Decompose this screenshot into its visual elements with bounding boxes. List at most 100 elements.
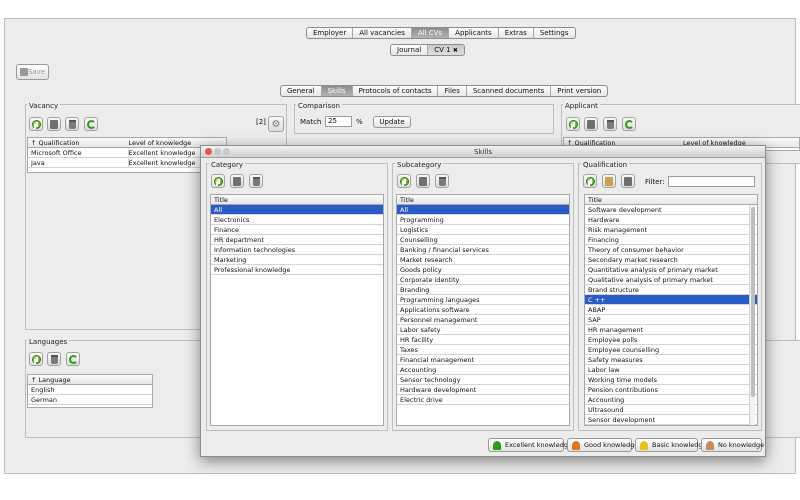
zoom-window-icon[interactable] <box>223 148 230 155</box>
list-item[interactable]: Employee counselling <box>585 345 757 355</box>
tab-settings[interactable]: Settings <box>534 28 575 38</box>
delete-language-button[interactable] <box>47 352 61 366</box>
list-item[interactable]: Safety measures <box>585 355 757 365</box>
tab-files[interactable]: Files <box>438 86 467 96</box>
list-item[interactable]: Quantitative analysis of primary market <box>585 265 757 275</box>
tab-all-cvs[interactable]: All CVs <box>411 28 450 38</box>
filter-input[interactable] <box>668 176 755 187</box>
list-item[interactable]: Brand structure <box>585 285 757 295</box>
tab-skills[interactable]: Skills <box>321 86 353 96</box>
list-item[interactable]: Financing <box>585 235 757 245</box>
list-item[interactable]: Electric drive <box>397 395 569 405</box>
refresh-vacancy-button[interactable] <box>84 117 98 131</box>
list-item[interactable]: Information technologies <box>211 245 383 255</box>
list-item[interactable]: Electronics <box>211 215 383 225</box>
refresh-languages-button[interactable] <box>66 352 80 366</box>
list-item[interactable]: Labor safety <box>397 325 569 335</box>
list-item[interactable]: All <box>211 205 383 215</box>
minimize-window-icon[interactable] <box>214 148 221 155</box>
edit-subcategory-button[interactable] <box>416 174 430 188</box>
list-item[interactable]: Sensor technology <box>397 375 569 385</box>
list-item[interactable]: Counselling <box>397 235 569 245</box>
list-item[interactable]: Financial management <box>397 355 569 365</box>
list-item[interactable]: English <box>28 385 152 395</box>
legend-no-knowledge[interactable]: No knowledge <box>701 438 764 452</box>
list-item[interactable]: Applications software <box>397 305 569 315</box>
edit-category-button[interactable] <box>230 174 244 188</box>
list-item[interactable]: Finance <box>211 225 383 235</box>
legend-excellent-knowledge[interactable]: Excellent knowledge <box>488 438 572 452</box>
update-button[interactable]: Update <box>373 116 411 128</box>
edit-qualification-button[interactable] <box>602 174 616 188</box>
scrollbar-thumb[interactable] <box>751 207 755 397</box>
list-item[interactable]: Working time models <box>585 375 757 385</box>
vacancy-settings-button[interactable]: ⚙ <box>268 116 284 132</box>
list-item[interactable]: SAP <box>585 315 757 325</box>
list-item[interactable]: Professional knowledge <box>211 265 383 275</box>
table-row[interactable]: Java Excellent knowledge <box>28 158 226 168</box>
list-item[interactable]: ABAP <box>585 305 757 315</box>
qualification-scrollbar[interactable] <box>749 205 755 425</box>
list-item[interactable]: Employee polls <box>585 335 757 345</box>
list-item[interactable]: All <box>397 205 569 215</box>
list-item[interactable]: Marketing <box>211 255 383 265</box>
legend-good-knowledge[interactable]: Good knowledge <box>567 438 638 452</box>
list-item[interactable]: Branding <box>397 285 569 295</box>
list-item[interactable]: Hardware <box>585 215 757 225</box>
delete-category-button[interactable] <box>249 174 263 188</box>
save-button[interactable]: Save <box>16 64 49 80</box>
list-item[interactable]: Personnel management <box>397 315 569 325</box>
tab-general[interactable]: General <box>281 86 322 96</box>
list-item[interactable]: HR management <box>585 325 757 335</box>
category-col-title[interactable]: Title <box>214 195 383 204</box>
list-item[interactable]: German <box>28 395 152 405</box>
close-icon[interactable]: ✖ <box>453 47 458 54</box>
refresh-applicant-button[interactable] <box>622 117 636 131</box>
list-item[interactable]: Accounting <box>397 365 569 375</box>
tab-all-vacancies[interactable]: All vacancies <box>353 28 412 38</box>
list-item[interactable]: C ++ <box>585 295 757 305</box>
list-item[interactable]: Pension contributions <box>585 385 757 395</box>
list-item[interactable]: Market research <box>397 255 569 265</box>
edit-applicant-skill-button[interactable] <box>584 117 598 131</box>
add-category-button[interactable] <box>211 174 225 188</box>
vacancy-col-qualification[interactable]: ↑ Qualification <box>31 138 129 147</box>
tab-applicants[interactable]: Applicants <box>449 28 499 38</box>
add-language-button[interactable] <box>29 352 43 366</box>
list-item[interactable]: Logistics <box>397 225 569 235</box>
add-qualification-button[interactable] <box>583 174 597 188</box>
tab-scanned-documents[interactable]: Scanned documents <box>467 86 552 96</box>
list-item[interactable]: Programming languages <box>397 295 569 305</box>
legend-basic-knowledge[interactable]: Basic knowledge <box>635 438 707 452</box>
list-item[interactable]: Banking / financial services <box>397 245 569 255</box>
list-item[interactable]: Labor law <box>585 365 757 375</box>
add-applicant-skill-button[interactable] <box>566 117 580 131</box>
tab-print-version[interactable]: Print version <box>551 86 607 96</box>
list-item[interactable]: Risk management <box>585 225 757 235</box>
list-item[interactable]: Hardware development <box>397 385 569 395</box>
list-item[interactable]: Corporate identity <box>397 275 569 285</box>
list-item[interactable]: HR facility <box>397 335 569 345</box>
list-item[interactable]: Theory of consumer behavior <box>585 245 757 255</box>
tab-cv-1[interactable]: CV 1 ✖ <box>428 45 464 55</box>
list-item[interactable]: Goods policy <box>397 265 569 275</box>
list-item[interactable]: Secondary market research <box>585 255 757 265</box>
copy-qualification-button[interactable] <box>621 174 635 188</box>
qualification-col-title[interactable]: Title <box>588 195 757 204</box>
list-item[interactable]: Software development <box>585 205 757 215</box>
tab-employer[interactable]: Employer <box>307 28 354 38</box>
add-vacancy-skill-button[interactable] <box>29 117 43 131</box>
tab-extras[interactable]: Extras <box>499 28 534 38</box>
delete-applicant-skill-button[interactable] <box>603 117 617 131</box>
subcategory-col-title[interactable]: Title <box>400 195 569 204</box>
list-item[interactable]: Programming <box>397 215 569 225</box>
close-window-icon[interactable] <box>205 148 212 155</box>
tab-journal[interactable]: Journal <box>391 45 429 55</box>
delete-subcategory-button[interactable] <box>435 174 449 188</box>
list-item[interactable]: Taxes <box>397 345 569 355</box>
list-item[interactable]: Qualitative analysis of primary market <box>585 275 757 285</box>
skills-dialog-titlebar[interactable]: Skills <box>201 146 765 158</box>
list-item[interactable]: Accounting <box>585 395 757 405</box>
delete-vacancy-skill-button[interactable] <box>65 117 79 131</box>
language-col[interactable]: ↑ Language <box>31 375 152 384</box>
